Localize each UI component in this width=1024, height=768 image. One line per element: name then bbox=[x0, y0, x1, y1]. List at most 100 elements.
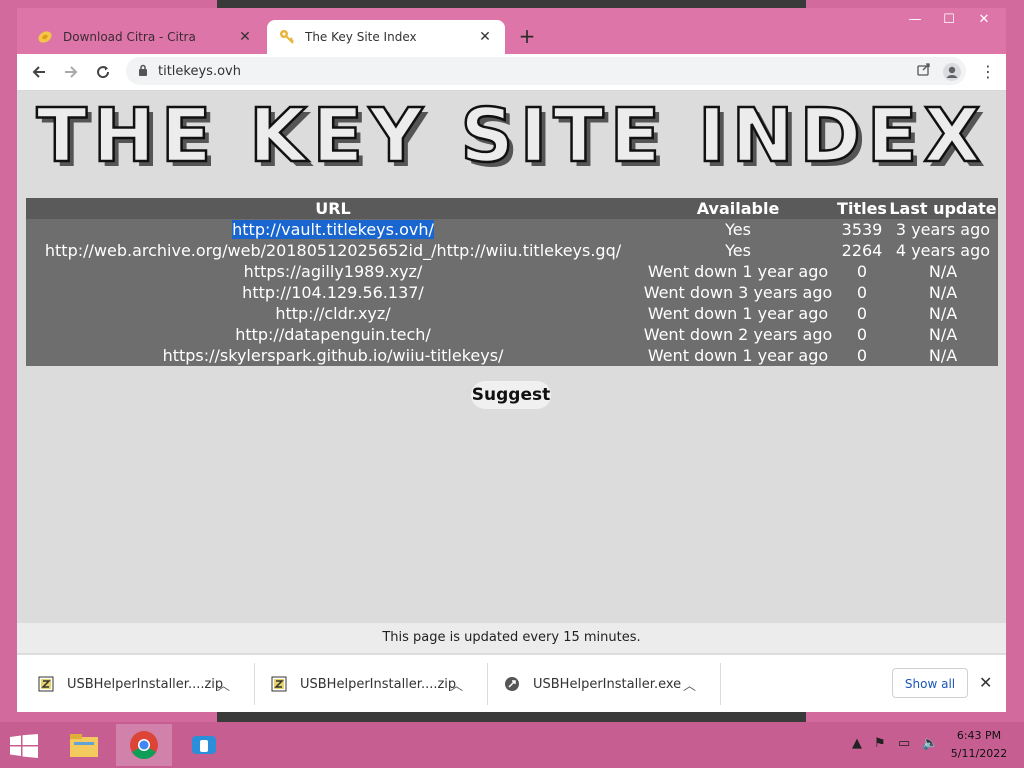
new-tab-button[interactable]: + bbox=[517, 24, 537, 48]
tab-strip: Download Citra - Citra ✕ The Key Site In… bbox=[17, 8, 1006, 54]
chevron-up-icon[interactable]: ︿ bbox=[683, 675, 696, 694]
last-update-cell: 3 years ago bbox=[895, 220, 991, 239]
site-link-cell[interactable]: http://vault.titlekeys.ovh/ bbox=[26, 219, 640, 240]
exe-icon bbox=[503, 675, 521, 693]
lock-icon bbox=[138, 64, 148, 79]
site-link[interactable]: http://cldr.xyz/ bbox=[26, 303, 640, 324]
tab-title: Download Citra - Citra bbox=[63, 30, 196, 44]
site-link[interactable]: http://vault.titlekeys.ovh/ bbox=[232, 220, 434, 239]
last-update-cell: N/A bbox=[928, 346, 958, 365]
back-button[interactable] bbox=[27, 60, 51, 84]
downloads-bar: USBHelperInstaller....zip ︿ USBHelperIns… bbox=[17, 654, 1006, 712]
profile-button[interactable] bbox=[940, 60, 964, 84]
reload-button[interactable] bbox=[91, 60, 115, 84]
zip-icon bbox=[270, 675, 288, 693]
background-window bbox=[217, 712, 806, 722]
minimize-button[interactable]: — bbox=[900, 12, 930, 27]
volume-muted-icon[interactable]: 🔈 bbox=[922, 736, 938, 751]
table-row: https://skylerspark.github.io/wiiu-title… bbox=[26, 345, 998, 366]
close-window-button[interactable]: ✕ bbox=[969, 12, 999, 27]
taskbar: ▲ ⚑ ▭ 🔈 6:43 PM 5/11/2022 bbox=[0, 722, 1024, 768]
table-header-row: URL Available Titles Last update bbox=[26, 198, 998, 219]
wiiu-usbhelper-icon bbox=[192, 736, 216, 754]
site-link[interactable]: http://datapenguin.tech/ bbox=[26, 324, 640, 345]
availability-cell: Yes bbox=[725, 241, 751, 260]
availability-cell: Went down 1 year ago bbox=[647, 304, 829, 323]
table-row: http://datapenguin.tech/ Went down 2 yea… bbox=[26, 324, 998, 345]
clock-time: 6:43 PM bbox=[956, 729, 1002, 742]
update-notice: This page is updated every 15 minutes. bbox=[17, 623, 1006, 653]
close-icon[interactable]: ✕ bbox=[237, 29, 253, 45]
download-item[interactable]: USBHelperInstaller....zip ︿ bbox=[37, 655, 230, 712]
windows-start-icon[interactable] bbox=[10, 734, 38, 758]
tab-key-site-index[interactable]: The Key Site Index ✕ bbox=[267, 20, 505, 54]
availability-cell: Yes bbox=[725, 220, 751, 239]
chevron-up-icon[interactable]: ︿ bbox=[217, 675, 230, 694]
last-update-cell: 4 years ago bbox=[895, 241, 991, 260]
table-row: http://104.129.56.137/ Went down 3 years… bbox=[26, 282, 998, 303]
kebab-menu-icon[interactable]: ⋮ bbox=[978, 60, 998, 84]
site-link[interactable]: http://web.archive.org/web/2018051202565… bbox=[26, 240, 640, 261]
show-hidden-icons[interactable]: ▲ bbox=[852, 736, 862, 751]
titles-cell: 2264 bbox=[841, 241, 883, 260]
download-filename: USBHelperInstaller.exe bbox=[533, 676, 682, 692]
last-update-cell: N/A bbox=[928, 304, 958, 323]
chrome-icon bbox=[130, 731, 158, 759]
titles-cell: 3539 bbox=[841, 220, 883, 239]
column-header: Last update bbox=[888, 198, 998, 219]
file-explorer-taskbar-button[interactable] bbox=[56, 724, 112, 766]
tab-title: The Key Site Index bbox=[305, 30, 417, 44]
browser-window: Download Citra - Citra ✕ The Key Site In… bbox=[17, 8, 1006, 712]
download-filename: USBHelperInstaller....zip bbox=[300, 676, 457, 692]
download-item[interactable]: USBHelperInstaller....zip ︿ bbox=[270, 655, 463, 712]
suggest-button[interactable]: Suggest bbox=[471, 381, 551, 409]
download-filename: USBHelperInstaller....zip bbox=[67, 676, 224, 692]
availability-cell: Went down 1 year ago bbox=[647, 346, 829, 365]
titles-cell: 0 bbox=[856, 325, 868, 344]
forward-arrow-icon bbox=[65, 66, 78, 78]
network-icon[interactable]: ▭ bbox=[898, 736, 910, 751]
divider bbox=[720, 663, 721, 705]
availability-cell: Went down 3 years ago bbox=[643, 283, 833, 302]
last-update-cell: N/A bbox=[928, 262, 958, 281]
table-row: http://vault.titlekeys.ovh/ Yes 3539 3 y… bbox=[26, 219, 998, 240]
download-item[interactable]: USBHelperInstaller.exe ︿ bbox=[503, 655, 696, 712]
back-arrow-icon bbox=[32, 66, 45, 78]
divider bbox=[487, 663, 488, 705]
address-bar[interactable]: titlekeys.ovh ☆ bbox=[126, 57, 966, 85]
last-update-cell: N/A bbox=[928, 283, 958, 302]
titles-cell: 0 bbox=[856, 304, 868, 323]
citra-icon bbox=[37, 29, 53, 45]
last-update-cell: N/A bbox=[928, 325, 958, 344]
close-icon[interactable]: ✕ bbox=[979, 673, 992, 692]
site-link[interactable]: https://agilly1989.xyz/ bbox=[26, 261, 640, 282]
availability-cell: Went down 1 year ago bbox=[647, 262, 829, 281]
column-header: URL bbox=[26, 198, 640, 219]
usbhelper-taskbar-button[interactable] bbox=[176, 724, 232, 766]
show-all-button[interactable]: Show all bbox=[892, 668, 968, 698]
availability-cell: Went down 2 years ago bbox=[643, 325, 833, 344]
maximize-button[interactable]: ☐ bbox=[934, 12, 964, 27]
column-header: Titles bbox=[836, 198, 888, 219]
site-link[interactable]: http://104.129.56.137/ bbox=[26, 282, 640, 303]
share-icon[interactable] bbox=[910, 62, 938, 80]
site-banner: THE KEY SITE INDEX bbox=[17, 91, 1006, 181]
zip-icon bbox=[37, 675, 55, 693]
close-icon[interactable]: ✕ bbox=[477, 29, 493, 45]
titles-cell: 0 bbox=[856, 346, 868, 365]
titles-cell: 0 bbox=[856, 262, 868, 281]
chevron-up-icon[interactable]: ︿ bbox=[450, 675, 463, 694]
system-clock[interactable]: 6:43 PM 5/11/2022 bbox=[950, 727, 1008, 763]
chrome-taskbar-button[interactable] bbox=[116, 724, 172, 766]
forward-button[interactable] bbox=[59, 60, 83, 84]
table-row: http://web.archive.org/web/2018051202565… bbox=[26, 240, 998, 261]
table-row: http://cldr.xyz/ Went down 1 year ago 0 … bbox=[26, 303, 998, 324]
banner-title: THE KEY SITE INDEX bbox=[35, 92, 987, 181]
page-content: THE KEY SITE INDEX URL Available Titles … bbox=[17, 91, 1006, 654]
clock-date: 5/11/2022 bbox=[950, 747, 1008, 760]
site-link[interactable]: https://skylerspark.github.io/wiiu-title… bbox=[26, 345, 640, 366]
folder-icon bbox=[70, 734, 98, 757]
browser-toolbar: titlekeys.ovh ☆ ⋮ bbox=[17, 54, 1006, 91]
tab-download-citra[interactable]: Download Citra - Citra ✕ bbox=[25, 20, 265, 54]
action-center-flag-icon[interactable]: ⚑ bbox=[874, 736, 886, 751]
